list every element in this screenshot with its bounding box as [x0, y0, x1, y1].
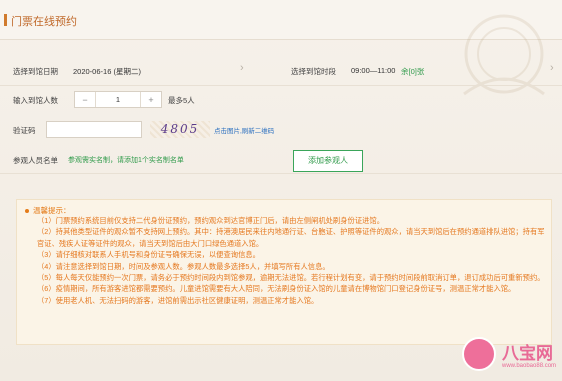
slot-remaining: 余[0]张 — [401, 67, 425, 76]
tip-item: （6）疫情期间，所有游客进馆都需要预约。儿童进馆需要有大人陪同，无法刷身份证入馆… — [37, 284, 516, 294]
tip-item: （4）请注意选择到馆日期，时间及参观人数。参观人数最多选择5人，并填写所有人信息… — [37, 261, 330, 271]
date-label: 选择到馆日期 — [13, 67, 58, 76]
chevron-right-icon[interactable]: › — [550, 62, 554, 74]
tips-panel: 温馨提示： （1）门票预约系统目前仅支持二代身份证预约，预约观众到达官博正门后，… — [16, 199, 552, 345]
tip-item: （3）请仔细核对联系人手机号和身份证号确保无误，以便查询信息。 — [37, 250, 260, 260]
tip-item: （1）门票预约系统目前仅支持二代身份证预约，预约观众到达官博正门后，请由左侧闸机… — [37, 216, 385, 225]
title-bar: 门票在线预约 — [0, 0, 562, 96]
page-title: 门票在线预约 — [11, 16, 77, 28]
watermark-name: 八宝网 — [502, 344, 553, 363]
quantity-value[interactable]: 1 — [95, 92, 141, 107]
captcha-input[interactable] — [46, 121, 142, 138]
visitor-list-row: 参观人员名单 参观需实名制，请添加1个实名制名单 添加参观人 — [0, 150, 562, 174]
date-time-row: 选择到馆日期 2020-06-16 (星期二) › 选择到馆时段 09:00—1… — [0, 56, 562, 86]
title-accent-bar — [4, 14, 7, 26]
tips-heading-text: 温馨提示： — [33, 206, 71, 215]
captcha-label: 验证码 — [13, 126, 36, 135]
captcha-image[interactable]: 4805 — [150, 121, 210, 138]
chevron-right-icon[interactable]: › — [240, 62, 244, 74]
quantity-stepper: − 1 + — [74, 91, 162, 108]
increment-button[interactable]: + — [141, 95, 161, 105]
refresh-captcha-link[interactable]: 点击图片,刷新二维码 — [214, 125, 274, 135]
tip-item: （2）持其他类型证件的观众暂不支持网上预约。其中：持港澳居民来往内地通行证、台胞… — [37, 227, 545, 248]
tip-item: （7）使用老人机、无法扫码的游客，进馆前需出示社区健康证明，测温正常才能入馆。 — [37, 295, 319, 305]
real-name-note: 参观需实名制，请添加1个实名制名单 — [68, 157, 184, 164]
date-value[interactable]: 2020-06-16 (星期二) — [73, 66, 141, 77]
info-dot-icon — [25, 209, 29, 214]
watermark-url: www.baobao88.com — [502, 363, 557, 369]
max-visitors-note: 最多5人 — [168, 96, 195, 105]
count-label: 输入到馆人数 — [13, 96, 58, 105]
captcha-row: 验证码 4805 点击图片,刷新二维码 — [0, 121, 562, 141]
tips-list: （1）门票预约系统目前仅支持二代身份证预约，预约观众到达官博正门后，请由左侧闸机… — [37, 215, 545, 306]
booking-page: 门票在线预约 选择到馆日期 2020-06-16 (星期二) › 选择到馆时段 … — [0, 0, 562, 381]
tip-item: （5）每人每天仅能预约一次门票，请务必于预约时间段内到馆参观，逾期无法进馆。若行… — [37, 273, 545, 283]
decrement-button[interactable]: − — [75, 95, 95, 105]
watermark-logo-icon — [462, 337, 496, 371]
visitor-list-label: 参观人员名单 — [13, 156, 58, 165]
visitor-count-row: 输入到馆人数 − 1 + 最多5人 — [0, 91, 562, 111]
add-visitor-button[interactable]: 添加参观人 — [293, 150, 363, 172]
slot-label: 选择到馆时段 — [291, 67, 336, 76]
site-watermark: 八宝网 www.baobao88.com — [458, 333, 557, 377]
slot-time[interactable]: 09:00—11:00 — [351, 66, 395, 75]
